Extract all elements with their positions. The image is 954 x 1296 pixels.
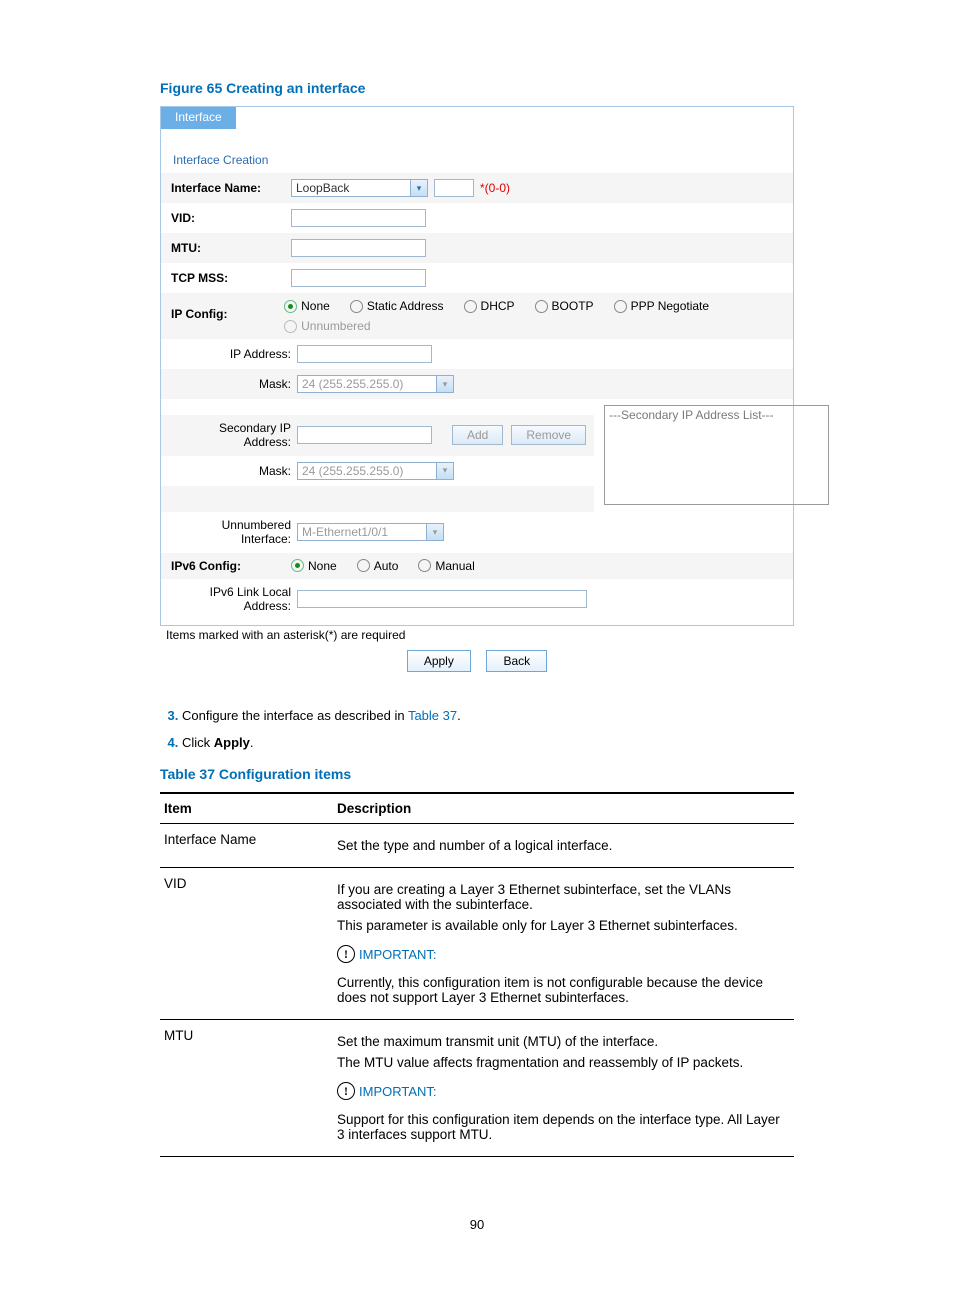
mask-select[interactable]: 24 (255.255.255.0) ▾	[297, 375, 454, 393]
label-ipv6-config: IPv6 Config:	[169, 559, 291, 573]
label-mtu: MTU:	[169, 241, 291, 255]
mask-value: 24 (255.255.255.0)	[298, 377, 436, 391]
ipv6-lla-input[interactable]	[297, 590, 587, 608]
label-mask: Mask:	[169, 377, 297, 391]
back-button[interactable]: Back	[486, 650, 547, 672]
table-item: VID	[160, 868, 333, 1020]
chevron-down-icon: ▾	[436, 376, 453, 392]
vid-input[interactable]	[291, 209, 426, 227]
apply-button[interactable]: Apply	[407, 650, 471, 672]
row-tcp-mss: TCP MSS:	[161, 263, 793, 293]
chevron-down-icon: ▾	[426, 524, 443, 540]
action-row: Apply Back	[160, 646, 794, 672]
interface-panel: Interface Creation Interface Name: LoopB…	[160, 129, 794, 626]
radio-ip-dhcp[interactable]: DHCP	[464, 299, 515, 313]
label-mask2: Mask:	[169, 464, 297, 478]
row-ipv6-lla: IPv6 Link Local Address:	[161, 579, 793, 620]
required-note: Items marked with an asterisk(*) are req…	[160, 626, 794, 646]
row-secondary-mask: Mask: 24 (255.255.255.0) ▾	[161, 456, 594, 486]
important-label: ! IMPORTANT:	[337, 1082, 437, 1100]
alert-icon: !	[337, 1082, 355, 1100]
radio-ipv6-none[interactable]: None	[291, 559, 337, 573]
table-caption: Table 37 Configuration items	[160, 766, 794, 782]
th-description: Description	[333, 793, 794, 824]
label-ip-config: IP Config:	[169, 299, 284, 321]
apply-bold: Apply	[214, 735, 250, 750]
chevron-down-icon: ▾	[436, 463, 453, 479]
secondary-ip-input[interactable]	[297, 426, 432, 444]
secondary-ip-block: Secondary IP Address: Add Remove Mask: 2…	[161, 399, 793, 512]
radio-ipv6-auto[interactable]: Auto	[357, 559, 399, 573]
steps-list: Configure the interface as described in …	[160, 702, 794, 756]
config-table: Item Description Interface NameSet the t…	[160, 792, 794, 1157]
unnumbered-if-value: M-Ethernet1/0/1	[298, 525, 426, 539]
page-number: 90	[160, 1217, 794, 1232]
table-description: If you are creating a Layer 3 Ethernet s…	[333, 868, 794, 1020]
figure-caption: Figure 65 Creating an interface	[160, 80, 794, 96]
table-item: Interface Name	[160, 824, 333, 868]
tab-interface[interactable]: Interface	[161, 107, 236, 129]
table-description: Set the maximum transmit unit (MTU) of t…	[333, 1020, 794, 1157]
row-unnumbered-if: Unnumbered Interface: M-Ethernet1/0/1 ▾	[161, 512, 793, 553]
row-interface-name: Interface Name: LoopBack ▾ *(0-0)	[161, 173, 793, 203]
radio-ip-unnumbered: Unnumbered	[284, 319, 370, 333]
interface-type-value: LoopBack	[292, 181, 410, 195]
radio-ipv6-manual[interactable]: Manual	[418, 559, 474, 573]
radio-ip-static[interactable]: Static Address	[350, 299, 444, 313]
radio-ip-none[interactable]: None	[284, 299, 330, 313]
chevron-down-icon: ▾	[410, 180, 427, 196]
row-ip-config: IP Config: None Static Address DHCP BOOT…	[161, 293, 793, 339]
secondary-mask-value: 24 (255.255.255.0)	[298, 464, 436, 478]
label-ipv6-lla: IPv6 Link Local Address:	[169, 585, 297, 614]
row-secondary-ip: Secondary IP Address: Add Remove	[161, 415, 594, 456]
table-description: Set the type and number of a logical int…	[333, 824, 794, 868]
row-mask: Mask: 24 (255.255.255.0) ▾	[161, 369, 793, 399]
label-ip-address: IP Address:	[169, 347, 297, 361]
step-3: Configure the interface as described in …	[182, 702, 794, 729]
row-vid: VID:	[161, 203, 793, 233]
tcp-mss-input[interactable]	[291, 269, 426, 287]
radio-ip-ppp[interactable]: PPP Negotiate	[614, 299, 710, 313]
row-mtu: MTU:	[161, 233, 793, 263]
unnumbered-if-select[interactable]: M-Ethernet1/0/1 ▾	[297, 523, 444, 541]
add-button[interactable]: Add	[452, 425, 503, 445]
label-secondary-ip: Secondary IP Address:	[169, 421, 297, 450]
step-4: Click Apply.	[182, 729, 794, 756]
tab-bar: Interface	[160, 106, 794, 129]
ip-address-input[interactable]	[297, 345, 432, 363]
panel-title: Interface Creation	[161, 129, 793, 173]
interface-type-select[interactable]: LoopBack ▾	[291, 179, 428, 197]
th-item: Item	[160, 793, 333, 824]
radio-ip-bootp[interactable]: BOOTP	[535, 299, 594, 313]
row-ip-address: IP Address:	[161, 339, 793, 369]
secondary-ip-list[interactable]: ---Secondary IP Address List---	[604, 405, 829, 505]
remove-button[interactable]: Remove	[511, 425, 586, 445]
table-item: MTU	[160, 1020, 333, 1157]
label-tcp-mss: TCP MSS:	[169, 271, 291, 285]
label-vid: VID:	[169, 211, 291, 225]
label-unnumbered-if: Unnumbered Interface:	[169, 518, 297, 547]
label-interface-name: Interface Name:	[169, 181, 291, 195]
row-ipv6-config: IPv6 Config: None Auto Manual	[161, 553, 793, 579]
interface-number-input[interactable]	[434, 179, 474, 197]
mtu-input[interactable]	[291, 239, 426, 257]
secondary-mask-select[interactable]: 24 (255.255.255.0) ▾	[297, 462, 454, 480]
alert-icon: !	[337, 945, 355, 963]
important-label: ! IMPORTANT:	[337, 945, 437, 963]
interface-hint: *(0-0)	[480, 181, 510, 195]
table-37-link[interactable]: Table 37	[408, 708, 457, 723]
